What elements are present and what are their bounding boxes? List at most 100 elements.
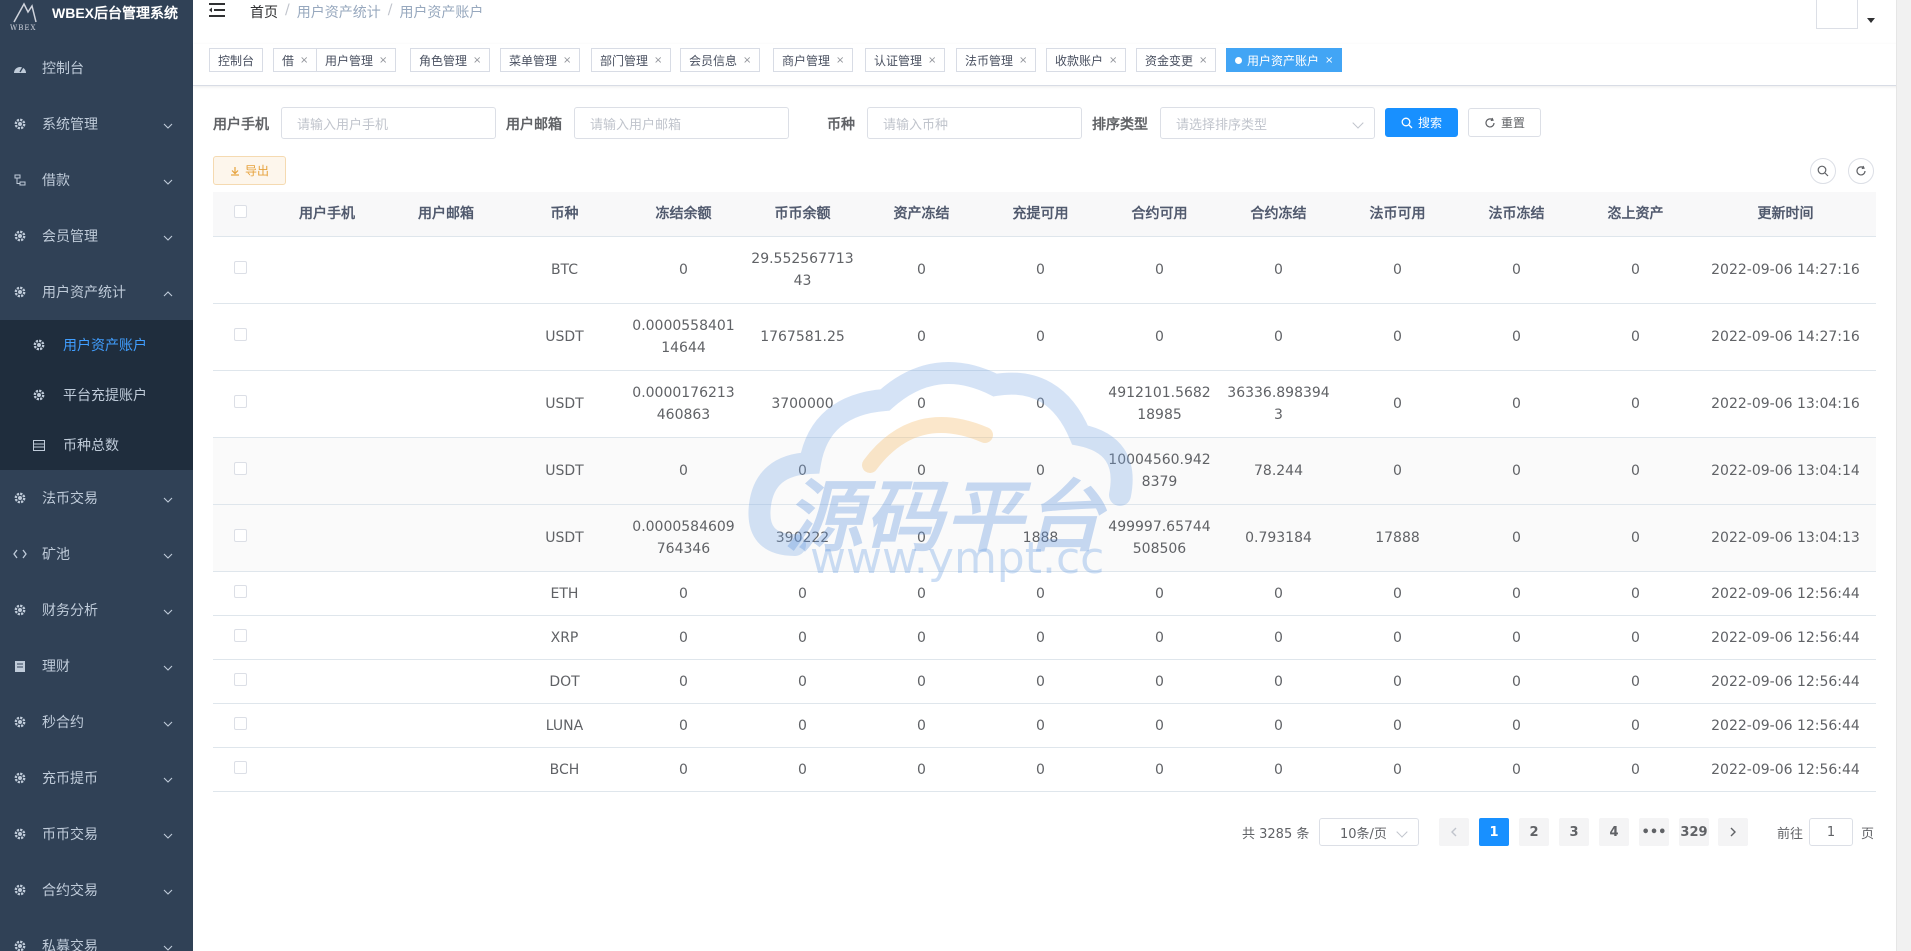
tab-tag[interactable]: 会员信息 × — [680, 48, 761, 72]
tab-tag[interactable]: 菜单管理 × — [500, 48, 581, 72]
table-row[interactable]: XRP 0 0 0 0 0 0 0 0 0 2022-09-06 12:56:44 — [213, 616, 1876, 660]
logo[interactable]: WBEX WBEX后台管理系统 — [0, 0, 193, 40]
table-cell: 0 — [1036, 262, 1045, 278]
row-checkbox[interactable] — [233, 462, 247, 475]
pagination-total: 共 3285 条 — [1242, 827, 1310, 842]
close-icon[interactable]: × — [1019, 55, 1027, 66]
sidebar-item-label: 充币提币 — [42, 771, 98, 787]
page-number-button[interactable]: 1 — [1479, 818, 1509, 846]
prev-page-button[interactable] — [1439, 818, 1469, 846]
close-icon[interactable]: × — [654, 55, 662, 66]
row-checkbox[interactable] — [233, 395, 247, 408]
table-row[interactable]: DOT 0 0 0 0 0 0 0 0 0 2022-09-06 12:56:44 — [213, 660, 1876, 704]
email-input[interactable]: 请输入用户邮箱 — [574, 107, 789, 139]
table-cell: 0 — [917, 585, 926, 602]
chevron-down-icon — [163, 660, 173, 671]
hamburger-icon[interactable] — [209, 3, 225, 17]
tab-tag[interactable]: 用户资产账户 × — [1226, 48, 1343, 72]
table-cell: 0 — [917, 530, 926, 546]
table-cell: 0 — [1393, 262, 1402, 278]
close-icon[interactable]: × — [743, 55, 751, 66]
sidebar-item[interactable]: 理财 — [0, 638, 193, 694]
page-number-button[interactable]: 329 — [1679, 818, 1709, 846]
tab-tag[interactable]: 商户管理 × — [773, 48, 854, 72]
row-checkbox[interactable] — [233, 760, 247, 774]
sidebar-item[interactable]: 用户资产统计 — [0, 264, 193, 320]
close-icon[interactable]: × — [1109, 55, 1117, 66]
sidebar-item[interactable]: 私募交易 — [0, 918, 193, 951]
goto-page-input[interactable]: 1 — [1809, 818, 1853, 846]
table-row[interactable]: BTC 0 29.55256771343 0 0 0 0 0 0 0 2022-09-06 14:2… — [213, 237, 1876, 304]
page-size-select[interactable]: 10条/页 — [1319, 818, 1419, 846]
row-checkbox[interactable] — [233, 716, 247, 730]
tab-tag[interactable]: 控制台 — [209, 48, 264, 72]
breadcrumb-home[interactable]: 首页 — [250, 2, 278, 22]
tab-tag[interactable]: 用户管理 × — [316, 48, 397, 72]
refresh-button[interactable] — [1848, 158, 1874, 184]
page-number-button[interactable]: 3 — [1559, 818, 1589, 846]
submenu-item[interactable]: 用户资产账户 — [0, 320, 193, 370]
table-cell: 29.55256771343 — [751, 251, 854, 289]
table-row[interactable]: LUNA 0 0 0 0 0 0 0 0 0 2022-09-06 12:56:44 — [213, 704, 1876, 748]
caret-down-icon[interactable] — [1867, 18, 1875, 23]
vertical-scrollbar[interactable] — [1896, 0, 1911, 951]
sidebar-item[interactable]: 控制台 — [0, 40, 193, 96]
export-button[interactable]: 导出 — [213, 156, 286, 185]
tab-tag[interactable]: 收款账户 × — [1046, 48, 1127, 72]
submenu-item[interactable]: 币种总数 — [0, 420, 193, 470]
submenu-item[interactable]: 平台充提账户 — [0, 370, 193, 420]
sidebar-item[interactable]: 借款 — [0, 152, 193, 208]
sidebar-item[interactable]: 财务分析 — [0, 582, 193, 638]
table-cell: 0.0000584609764346 — [632, 519, 735, 557]
close-icon[interactable]: × — [1199, 55, 1207, 66]
sidebar-item[interactable]: 秒合约 — [0, 694, 193, 750]
sidebar-item[interactable]: 币币交易 — [0, 806, 193, 862]
sidebar-item[interactable]: 系统管理 — [0, 96, 193, 152]
search-button[interactable]: 搜索 — [1385, 108, 1458, 137]
row-checkbox[interactable] — [233, 261, 247, 274]
close-icon[interactable]: × — [379, 55, 387, 66]
tab-tag[interactable]: 角色管理 × — [410, 48, 491, 72]
tab-tag[interactable]: 资金变更 × — [1136, 48, 1217, 72]
next-page-button[interactable] — [1718, 818, 1748, 846]
close-icon[interactable]: × — [473, 55, 481, 66]
table-cell: 0 — [798, 463, 807, 479]
phone-input[interactable]: 请输入用户手机 — [281, 107, 496, 139]
tab-tag[interactable]: 认证管理 × — [865, 48, 946, 72]
row-checkbox[interactable] — [233, 328, 247, 341]
chevron-down-icon — [163, 940, 173, 951]
select-all-checkbox[interactable] — [233, 205, 247, 218]
close-icon[interactable]: × — [928, 55, 936, 66]
more-pages-button[interactable]: ••• — [1639, 818, 1669, 846]
tab-tag[interactable]: 借 × — [273, 48, 318, 72]
sidebar-item[interactable]: 会员管理 — [0, 208, 193, 264]
table-row[interactable]: USDT 0.000055840114644 1767581.25 0 0 0 0 0 0 0 20… — [213, 304, 1876, 371]
reset-button[interactable]: 重置 — [1468, 108, 1541, 137]
page-number-button[interactable]: 2 — [1519, 818, 1549, 846]
close-icon[interactable]: × — [1325, 55, 1333, 66]
row-checkbox[interactable] — [233, 584, 247, 598]
close-icon[interactable]: × — [836, 55, 844, 66]
sidebar-item[interactable]: 法币交易 — [0, 470, 193, 526]
toggle-search-button[interactable] — [1810, 158, 1836, 184]
table-row[interactable]: USDT 0.0000176213460863 3700000 0 0 4912101.5… — [213, 371, 1876, 438]
sort-select[interactable]: 请选择排序类型 — [1160, 107, 1375, 139]
table-row[interactable]: ETH 0 0 0 0 0 0 0 0 0 2022-09-06 12:56:44 — [213, 572, 1876, 616]
row-checkbox[interactable] — [233, 628, 247, 642]
row-checkbox[interactable] — [233, 529, 247, 542]
avatar[interactable] — [1816, 0, 1858, 29]
tab-tag[interactable]: 法币管理 × — [956, 48, 1037, 72]
gear-icon — [12, 770, 28, 786]
close-icon[interactable]: × — [300, 55, 308, 66]
coin-input[interactable]: 请输入币种 — [867, 107, 1082, 139]
sidebar-item[interactable]: 矿池 — [0, 526, 193, 582]
close-icon[interactable]: × — [563, 55, 571, 66]
page-number-button[interactable]: 4 — [1599, 818, 1629, 846]
tab-tag[interactable]: 部门管理 × — [591, 48, 672, 72]
row-checkbox[interactable] — [233, 672, 247, 686]
sidebar-item[interactable]: 充币提币 — [0, 750, 193, 806]
table-row[interactable]: USDT 0 0 0 0 10004560.9428379 78.244 0 0 0 2022-09… — [213, 438, 1876, 505]
sidebar-item[interactable]: 合约交易 — [0, 862, 193, 918]
table-row[interactable]: USDT 0.0000584609764346 390222 0 1888 499997.… — [213, 505, 1876, 572]
table-row[interactable]: BCH 0 0 0 0 0 0 0 0 0 2022-09-06 12:56:44 — [213, 748, 1876, 792]
